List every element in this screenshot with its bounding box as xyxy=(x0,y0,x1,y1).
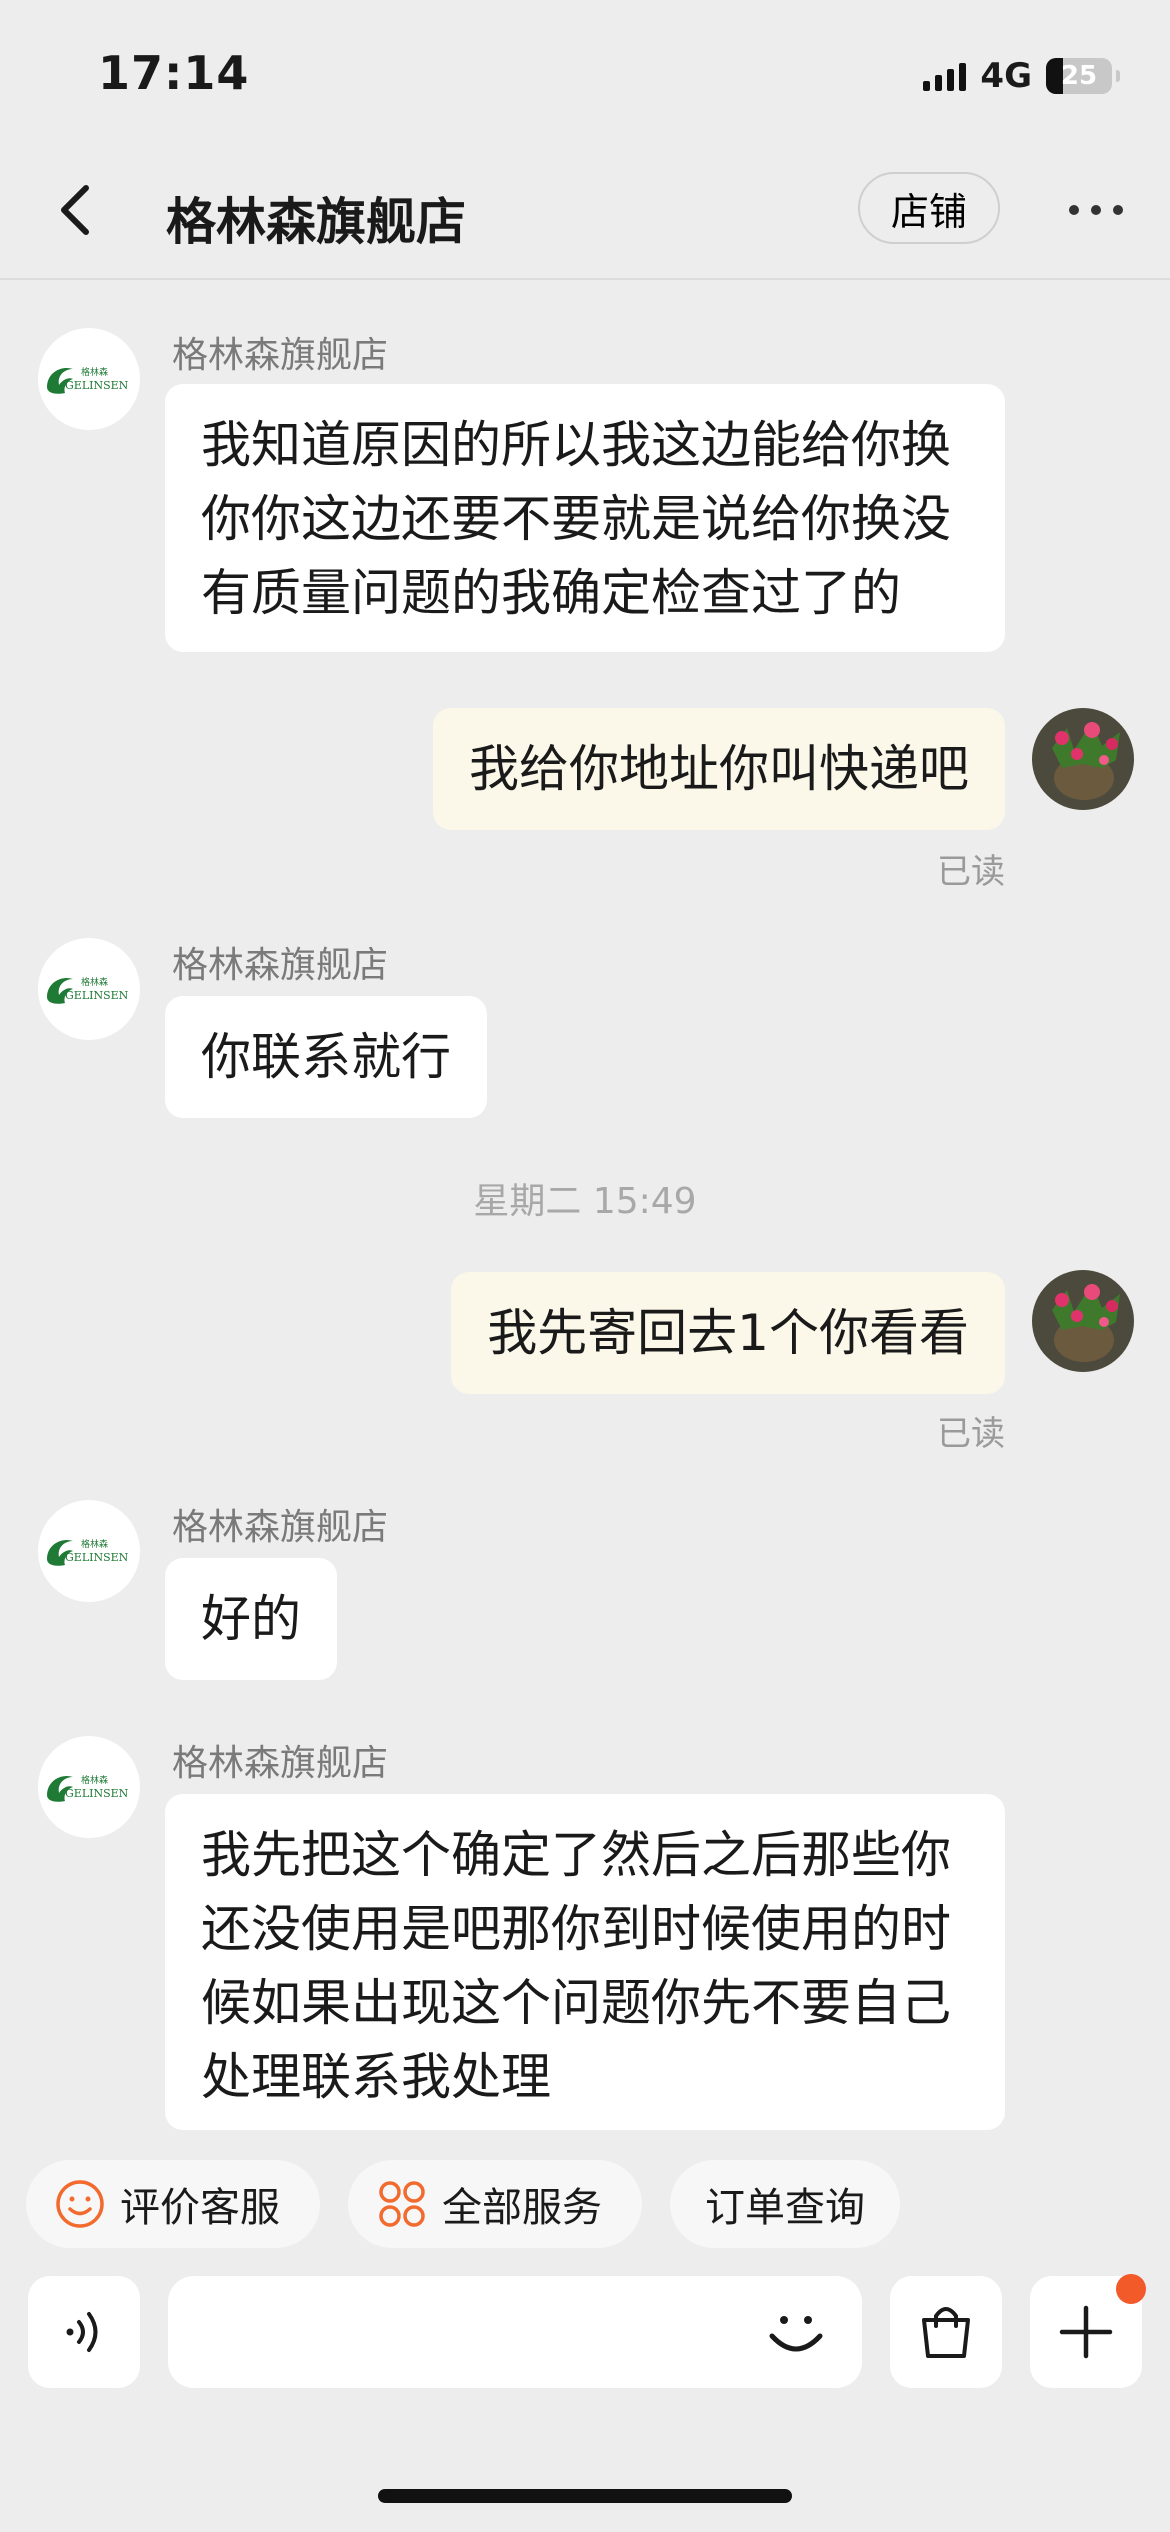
store-logo-icon: 格林森 GELINSEN xyxy=(47,1538,129,1566)
chat-area: 格林森 GELINSEN 格林森旗舰店 我知道原因的所以我这边能给你换 你你这边… xyxy=(0,0,1170,2532)
voice-icon xyxy=(66,2312,98,2352)
shop-button[interactable]: 店铺 xyxy=(858,172,1000,244)
plus-button[interactable] xyxy=(1030,2274,1146,2388)
logo-cn-text: 格林森 xyxy=(81,976,108,988)
battery-level: 25 xyxy=(1060,61,1098,91)
smile-icon xyxy=(56,2180,104,2228)
order-query-label: 订单查询 xyxy=(705,2185,865,2231)
sender-name: 格林森旗舰店 xyxy=(172,1507,389,1548)
message-line: 有质量问题的我确定检查过了的 xyxy=(201,564,901,622)
logo-en-text: GELINSEN xyxy=(65,1787,129,1800)
store-avatar[interactable]: 格林森 GELINSEN xyxy=(38,1500,140,1602)
message-line: 我知道原因的所以我这边能给你换 xyxy=(201,416,951,474)
message-bubble-outgoing[interactable]: 我先寄回去1个你看看 xyxy=(451,1272,1005,1394)
store-logo-icon: 格林森 GELINSEN xyxy=(47,976,129,1004)
user-avatar-image xyxy=(1032,708,1134,810)
message-text: 我给你地址你叫快递吧 xyxy=(469,740,969,798)
shopping-bag-icon xyxy=(922,2307,970,2358)
logo-en-text: GELINSEN xyxy=(65,989,129,1002)
logo-en-text: GELINSEN xyxy=(65,1551,129,1564)
message-text: 你联系就行 xyxy=(201,1028,451,1086)
notification-dot xyxy=(1116,2274,1146,2304)
battery-icon: 25 xyxy=(1046,58,1120,94)
store-avatar[interactable]: 格林森 GELINSEN xyxy=(38,1736,140,1838)
user-avatar[interactable] xyxy=(1032,1270,1134,1372)
voice-button[interactable] xyxy=(28,2276,140,2388)
home-indicator xyxy=(378,2489,792,2503)
shopping-bag-button[interactable] xyxy=(890,2276,1002,2388)
logo-cn-text: 格林森 xyxy=(81,366,108,378)
emoji-icon[interactable] xyxy=(760,2296,832,2368)
rate-service-button[interactable]: 评价客服 xyxy=(26,2160,320,2248)
store-logo-icon: 格林森 GELINSEN xyxy=(47,1774,129,1802)
status-bar: 17:14 4G 25 xyxy=(0,0,1170,150)
back-icon[interactable] xyxy=(52,180,96,240)
message-text: 好的 xyxy=(201,1590,301,1648)
user-avatar-image xyxy=(1032,1270,1134,1372)
plus-icon xyxy=(1059,2305,1113,2359)
message-line: 还没使用是吧那你到时候使用的时 xyxy=(201,1900,951,1958)
status-time: 17:14 xyxy=(98,46,250,100)
input-bar xyxy=(0,2274,1170,2388)
all-services-button[interactable]: 全部服务 xyxy=(348,2160,642,2248)
nav-bar: 格林森旗舰店 店铺 xyxy=(0,150,1170,280)
sender-name: 格林森旗舰店 xyxy=(172,1743,389,1784)
message-bubble-incoming[interactable]: 你联系就行 xyxy=(165,996,487,1118)
message-input[interactable] xyxy=(168,2276,862,2388)
message-bubble-incoming[interactable]: 好的 xyxy=(165,1558,337,1680)
logo-en-text: GELINSEN xyxy=(65,379,129,392)
message-line: 处理联系我处理 xyxy=(201,2048,551,2106)
services-grid-icon xyxy=(379,2181,425,2227)
read-receipt: 已读 xyxy=(937,852,1005,892)
message-line: 我先把这个确定了然后之后那些你 xyxy=(201,1826,951,1884)
rate-service-label: 评价客服 xyxy=(120,2185,280,2231)
read-receipt: 已读 xyxy=(937,1414,1005,1454)
user-avatar[interactable] xyxy=(1032,708,1134,810)
store-avatar[interactable]: 格林森 GELINSEN xyxy=(38,938,140,1040)
store-avatar[interactable]: 格林森 GELINSEN xyxy=(38,328,140,430)
message-line: 你你这边还要不要就是说给你换没 xyxy=(201,490,951,548)
message-bubble-incoming[interactable]: 我先把这个确定了然后之后那些你 还没使用是吧那你到时候使用的时 候如果出现这个问… xyxy=(165,1794,1005,2130)
status-indicators: 4G 25 xyxy=(923,54,1120,98)
more-icon[interactable] xyxy=(1066,198,1126,222)
store-logo-icon: 格林森 GELINSEN xyxy=(47,366,129,394)
page-title: 格林森旗舰店 xyxy=(166,193,466,251)
logo-cn-text: 格林森 xyxy=(81,1774,108,1786)
all-services-label: 全部服务 xyxy=(442,2185,602,2231)
logo-cn-text: 格林森 xyxy=(81,1538,108,1550)
message-text: 我先寄回去1个你看看 xyxy=(487,1304,969,1362)
sender-name: 格林森旗舰店 xyxy=(172,335,389,376)
message-bubble-outgoing[interactable]: 我给你地址你叫快递吧 xyxy=(433,708,1005,830)
sender-name: 格林森旗舰店 xyxy=(172,945,389,986)
network-type: 4G xyxy=(980,56,1032,96)
signal-icon xyxy=(923,61,967,91)
time-divider: 星期二 15:49 xyxy=(473,1181,697,1222)
order-query-button[interactable]: 订单查询 xyxy=(670,2160,900,2248)
message-bubble-incoming[interactable]: 我知道原因的所以我这边能给你换 你你这边还要不要就是说给你换没 有质量问题的我确… xyxy=(165,384,1005,652)
message-line: 候如果出现这个问题你先不要自己 xyxy=(201,1974,951,2032)
